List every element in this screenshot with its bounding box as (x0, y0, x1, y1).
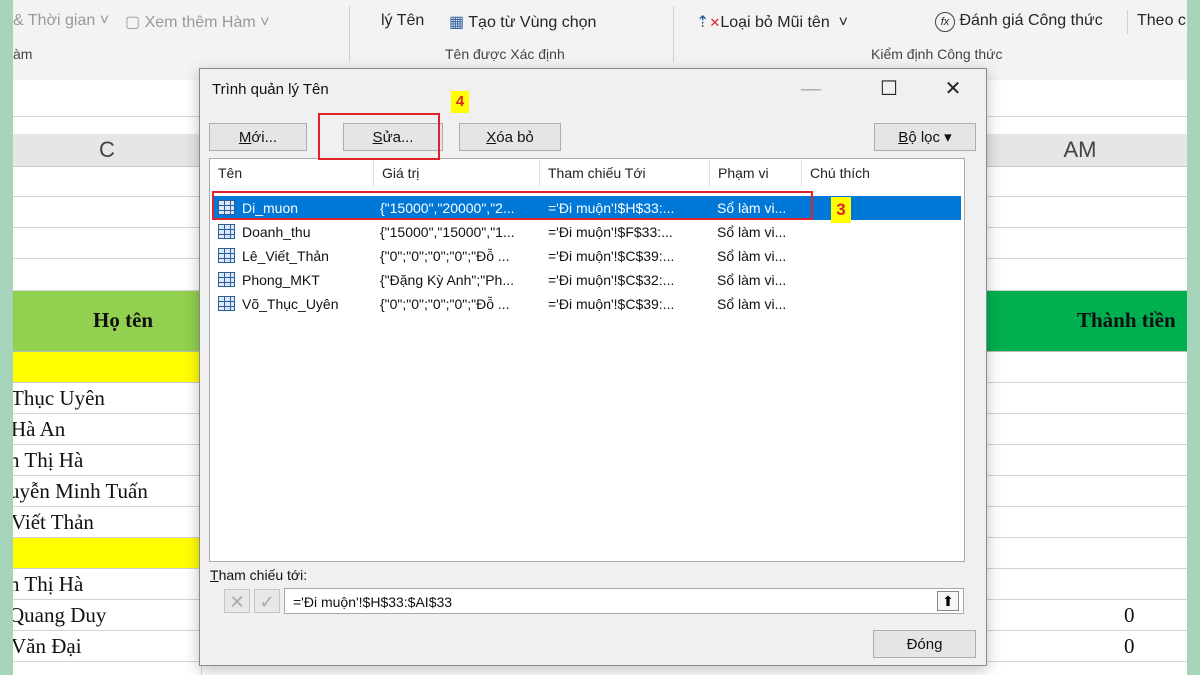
refers-to-cell: ='Đi muộn'!$C$32:... (548, 272, 675, 288)
ribbon-more-functions[interactable]: ▢ Xem thêm Hàm ˅ (125, 12, 270, 32)
maximize-icon[interactable]: ☐ (866, 73, 912, 105)
group-row-yellow[interactable] (13, 352, 201, 383)
create-selection-icon: ▦ (449, 14, 465, 31)
name-row[interactable]: Lê_Viết_Thản {"0";"0";"0";"0";"Đỗ ... ='… (212, 244, 961, 268)
refers-to-value: ='Đi muộn'!$H$33:$AI$33 (293, 594, 453, 610)
close-button[interactable]: Đóng (873, 630, 976, 658)
step-3-badge: 3 (831, 197, 851, 223)
step-3-highlight (212, 191, 813, 220)
column-header-value[interactable]: Giá trị (374, 159, 540, 187)
ribbon-time-functions[interactable]: & Thời gian ˅ (13, 12, 109, 30)
remove-arrows-icon: ⇡✕ (696, 14, 721, 31)
cell-name: Hà An (13, 417, 66, 441)
cell-name: uyễn Minh Tuấn (13, 479, 148, 503)
value-cell: {"0";"0";"0";"0";"Đỗ ... (380, 296, 510, 312)
column-header-c[interactable]: C (13, 134, 201, 167)
ribbon-separator (349, 6, 350, 62)
ribbon-watch-window[interactable]: Theo c (1137, 12, 1186, 30)
new-button-label: ới... (251, 129, 278, 146)
scope-cell: Sổ làm vi... (717, 296, 787, 312)
column-header-am[interactable]: AM (973, 134, 1187, 167)
new-button[interactable]: Mới... (209, 123, 307, 151)
sheet-row[interactable] (973, 352, 1187, 383)
collapse-dialog-icon[interactable]: ⬆ (937, 591, 959, 611)
ribbon-remove-arrows[interactable]: ⇡✕Loại bỏ Mũi tên ˅ (696, 12, 848, 32)
ribbon-separator (1127, 10, 1128, 34)
ribbon-evaluate-label: Đánh giá Công thức (959, 12, 1103, 29)
group-row-yellow[interactable] (13, 538, 201, 569)
refers-to-cell: ='Đi muộn'!$C$39:... (548, 296, 675, 312)
value-cell: {"0";"0";"0";"0";"Đỗ ... (380, 248, 510, 264)
refers-to-cell: ='Đi muộn'!$C$39:... (548, 248, 675, 264)
cell-name: Văn Đại (13, 634, 82, 658)
name-cell: Phong_MKT (242, 272, 320, 288)
name-row[interactable]: Doanh_thu {"15000","15000","1... ='Đi mu… (212, 220, 961, 244)
close-icon[interactable]: ✕ (930, 73, 976, 105)
name-cell: Lê_Viết_Thản (242, 248, 329, 264)
ribbon-separator (673, 6, 674, 62)
header-total-text: Thành tiền (1077, 308, 1176, 332)
value-cell: {"Đặng Kỳ Anh";"Ph... (380, 272, 514, 288)
header-cell-name[interactable]: Họ tên (13, 291, 201, 352)
header-name-text: Họ tên (93, 308, 154, 332)
filter-button-accel: B (898, 129, 909, 146)
filter-button[interactable]: Bộ lọc ▾ (874, 123, 976, 151)
refers-to-input[interactable]: ='Đi muộn'!$H$33:$AI$33 ⬆ (284, 588, 964, 614)
step-4-badge: 4 (451, 91, 469, 113)
name-cell: Doanh_thu (242, 224, 311, 240)
refers-to-label: Tham chiếu tới: (210, 567, 307, 583)
ribbon-remove-arrows-label: Loại bỏ Mũi tên (720, 14, 830, 31)
column-header-comment[interactable]: Chú thích (802, 159, 964, 187)
cell-name: n Thị Hà (13, 448, 84, 472)
table-icon (218, 272, 235, 287)
table-icon (218, 248, 235, 263)
column-header-refers-to[interactable]: Tham chiếu Tới (540, 159, 710, 187)
minimize-icon[interactable]: — (788, 73, 834, 105)
cancel-ref-icon[interactable]: ✕ (224, 589, 250, 613)
excel-window: & Thời gian ˅ ▢ Xem thêm Hàm ˅ àm lý Tên… (13, 0, 1187, 675)
cell-total: 0 (1124, 634, 1135, 658)
name-cell: Võ_Thục_Uyên (242, 296, 339, 312)
delete-button[interactable]: Xóa bỏ (459, 123, 561, 151)
value-cell: {"15000","15000","1... (380, 224, 515, 240)
table-icon (218, 296, 235, 311)
header-cell-total[interactable]: Thành tiền (973, 291, 1187, 352)
scope-cell: Sổ làm vi... (717, 224, 787, 240)
cell-name: Quang Duy (13, 603, 107, 627)
ribbon-group-defined-names: Tên được Xác định (445, 46, 565, 62)
table-icon (218, 224, 235, 239)
confirm-ref-icon[interactable]: ✓ (254, 589, 280, 613)
ribbon-create-label: Tạo từ Vùng chọn (468, 14, 597, 31)
scope-cell: Sổ làm vi... (717, 272, 787, 288)
name-row[interactable]: Phong_MKT {"Đặng Kỳ Anh";"Ph... ='Đi muộ… (212, 268, 961, 292)
ribbon-name-manager[interactable]: lý Tên (381, 12, 424, 30)
ribbon-create-from-selection[interactable]: ▦ Tạo từ Vùng chọn (449, 12, 596, 32)
delete-button-label: óa bỏ (496, 129, 534, 146)
step-4-highlight (318, 113, 440, 160)
cell-name: Thục Uyên (13, 386, 105, 410)
ribbon: & Thời gian ˅ ▢ Xem thêm Hàm ˅ àm lý Tên… (13, 0, 1187, 69)
refers-to-accel: T (210, 567, 219, 583)
sheet-row[interactable] (973, 538, 1187, 569)
cell-name: Viết Thản (13, 510, 94, 534)
name-row[interactable]: Võ_Thục_Uyên {"0";"0";"0";"0";"Đỗ ... ='… (212, 292, 961, 316)
column-header-name[interactable]: Tên (210, 159, 374, 187)
filter-button-label: ộ lọc ▾ (908, 129, 952, 146)
column-header-scope[interactable]: Phạm vi (710, 159, 802, 187)
refers-to-cell: ='Đi muộn'!$F$33:... (548, 224, 673, 240)
ribbon-time-label: & Thời gian (13, 12, 96, 29)
ribbon-group-formula-auditing: Kiểm định Công thức (871, 46, 1003, 62)
dialog-title: Trình quản lý Tên (212, 81, 329, 98)
ribbon-more-label: Xem thêm Hàm (144, 14, 256, 31)
scope-cell: Sổ làm vi... (717, 248, 787, 264)
ribbon-group-function-library: àm (13, 46, 33, 62)
delete-button-accel: X (486, 129, 497, 146)
new-button-accel: M (238, 129, 252, 146)
ribbon-evaluate-formula[interactable]: fx Đánh giá Công thức (935, 12, 1103, 32)
refers-to-label-text: ham chiếu tới: (218, 567, 308, 583)
cell-name: n Thị Hà (13, 572, 84, 596)
cell-total: 0 (1124, 603, 1135, 627)
evaluate-formula-icon: fx (935, 12, 955, 32)
